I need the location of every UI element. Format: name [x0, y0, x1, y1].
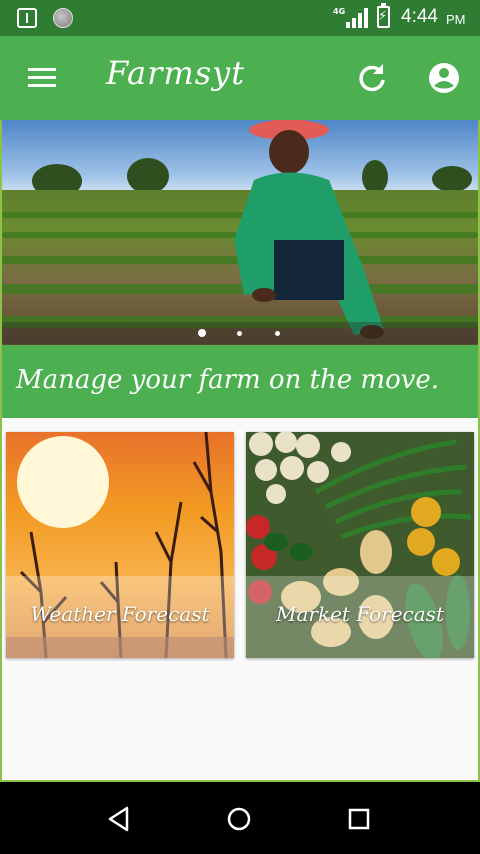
- weather-forecast-card[interactable]: Weather Forecast: [6, 432, 234, 658]
- market-forecast-label: Market Forecast: [276, 602, 444, 626]
- tagline-text: Manage your farm on the move.: [16, 365, 440, 395]
- farmer-figure: [234, 120, 384, 339]
- battery-charging-icon: [377, 3, 390, 28]
- carousel-dot-2[interactable]: [237, 331, 242, 336]
- app-title: Farmsyt: [106, 54, 246, 92]
- app-bar: Farmsyt: [0, 36, 480, 120]
- clock-time: 4:44: [401, 6, 438, 27]
- usb-icon: [17, 8, 37, 28]
- carousel-indicator: [2, 322, 478, 344]
- home-icon[interactable]: [224, 804, 254, 834]
- refresh-icon[interactable]: [352, 58, 392, 98]
- notification-icon: [53, 8, 73, 28]
- clock-ampm: PM: [446, 12, 466, 27]
- carousel-dot-1[interactable]: [198, 329, 206, 337]
- system-nav-bar: [0, 782, 480, 854]
- back-icon[interactable]: [105, 804, 135, 834]
- tagline-banner: Manage your farm on the move.: [2, 345, 478, 418]
- status-bar: 4G 4:44 PM: [0, 0, 480, 36]
- market-forecast-card[interactable]: Market Forecast: [246, 432, 474, 658]
- account-circle-icon[interactable]: [424, 58, 464, 98]
- recents-icon[interactable]: [344, 804, 374, 834]
- weather-forecast-label: Weather Forecast: [30, 602, 210, 626]
- carousel-dot-3[interactable]: [275, 331, 280, 336]
- menu-icon[interactable]: [24, 66, 60, 90]
- signal-icon: [346, 8, 368, 28]
- hero-carousel-image[interactable]: [2, 120, 478, 345]
- network-type-label: 4G: [333, 7, 346, 16]
